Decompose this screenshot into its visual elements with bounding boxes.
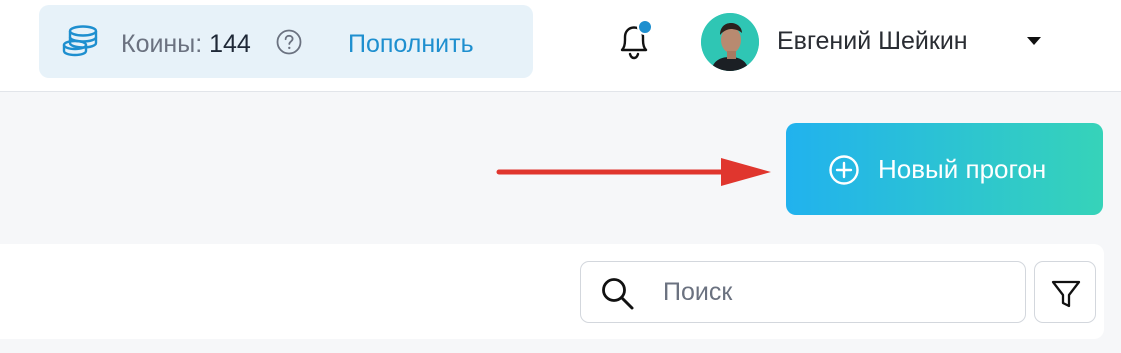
caret-down-icon[interactable] [1027, 37, 1041, 45]
coins-label-text: Коины: [121, 30, 203, 58]
filter-button[interactable] [1034, 261, 1096, 323]
coins-stack-icon [62, 25, 98, 57]
user-avatar[interactable] [701, 13, 759, 71]
plus-circle-icon [829, 155, 859, 185]
notifications-button[interactable] [612, 18, 656, 64]
new-run-button[interactable]: Новый прогон [786, 123, 1103, 215]
coins-label: Коины: 144 [121, 29, 251, 59]
coins-value: 144 [209, 30, 251, 58]
runs-toolbar-panel [0, 244, 1104, 339]
search-input[interactable] [663, 274, 1003, 310]
magnifier-icon [602, 278, 634, 310]
search-box[interactable] [580, 261, 1026, 323]
user-photo [701, 13, 759, 71]
coins-balance-panel: Коины: 144 Пополнить [39, 5, 533, 78]
annotation-arrow [496, 158, 771, 186]
top-header: Коины: 144 Пополнить Евгений Шейкин [0, 0, 1121, 92]
question-circle-icon[interactable] [276, 29, 302, 55]
bell-icon [620, 19, 653, 60]
user-name[interactable]: Евгений Шейкин [777, 26, 968, 56]
topup-link[interactable]: Пополнить [348, 29, 474, 59]
funnel-icon [1051, 280, 1081, 308]
new-run-label: Новый прогон [878, 154, 1047, 184]
